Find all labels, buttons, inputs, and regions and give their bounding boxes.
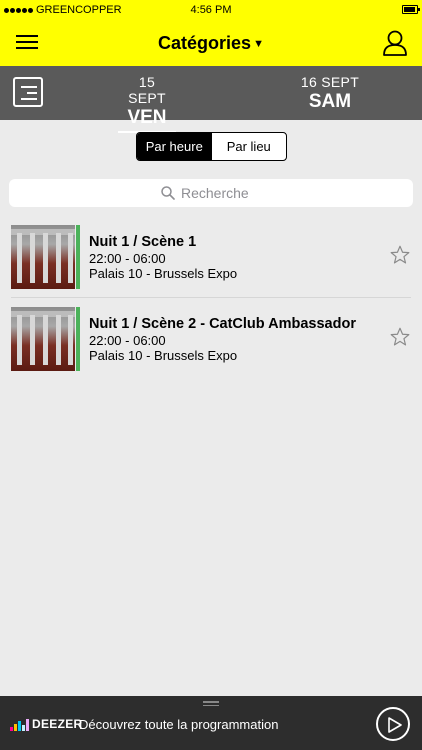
event-title: Nuit 1 / Scène 1 <box>89 234 197 250</box>
event-title: Nuit 1 / Scène 2 - CatClub Ambassador <box>89 316 356 332</box>
category-color-bar <box>76 225 80 289</box>
status-time: 4:56 PM <box>190 4 232 16</box>
star-icon[interactable] <box>389 326 411 348</box>
categories-button[interactable]: Catégories ▼ <box>158 33 264 54</box>
day-tab-1[interactable]: 15 SEPT VEN <box>118 74 176 133</box>
nav-title: Catégories <box>158 33 252 53</box>
day-date: 15 SEPT <box>128 74 166 106</box>
filter-list-icon[interactable] <box>13 77 43 107</box>
deezer-player-bar[interactable]: DEEZER Découvrez toute la programmation <box>0 696 422 750</box>
user-icon[interactable] <box>382 29 408 57</box>
event-hours: 22:00 - 06:00 <box>89 251 166 266</box>
day-tab-2[interactable]: 16 SEPT SAM <box>298 74 362 113</box>
play-icon[interactable] <box>376 707 410 741</box>
drag-handle-icon[interactable] <box>203 699 219 706</box>
categories-dropdown: Catégories ▼ <box>0 33 422 54</box>
event-place: Palais 10 - Brussels Expo <box>89 266 238 281</box>
category-color-bar <box>76 307 80 371</box>
day-name: SAM <box>308 91 352 112</box>
event-list: Nuit 1 / Scène 1 22:00 - 06:00 Palais 10… <box>0 216 422 380</box>
star-icon[interactable] <box>389 244 411 266</box>
day-selector: 15 SEPT VEN 16 SEPT SAM <box>0 66 422 133</box>
nav-bar: Catégories ▼ <box>0 20 422 66</box>
event-row[interactable]: Nuit 1 / Scène 1 22:00 - 06:00 Palais 10… <box>0 216 422 298</box>
event-thumbnail <box>11 307 75 371</box>
search-icon <box>161 186 175 200</box>
deezer-brand: DEEZER <box>32 717 83 731</box>
day-date: 16 SEPT <box>300 74 360 90</box>
caret-down-icon: ▼ <box>253 38 264 50</box>
promo-text: Découvrez toute la programmation <box>79 717 279 732</box>
event-place: Palais 10 - Brussels Expo <box>89 348 238 363</box>
event-thumbnail <box>11 225 75 289</box>
deezer-logo: DEEZER <box>10 717 82 731</box>
sort-segmented-control: Par heure Par lieu <box>136 132 287 161</box>
search-bar[interactable] <box>9 179 413 207</box>
battery-icon <box>402 5 420 14</box>
segment-by-place[interactable]: Par lieu <box>212 133 287 160</box>
status-bar: GREENCOPPER 4:56 PM <box>0 0 422 20</box>
equalizer-icon <box>10 719 29 731</box>
day-name: VEN <box>127 107 167 128</box>
event-hours: 22:00 - 06:00 <box>89 333 166 348</box>
segment-by-hour[interactable]: Par heure <box>137 133 212 160</box>
search-input[interactable] <box>181 185 261 201</box>
event-row[interactable]: Nuit 1 / Scène 2 - CatClub Ambassador 22… <box>0 298 422 380</box>
